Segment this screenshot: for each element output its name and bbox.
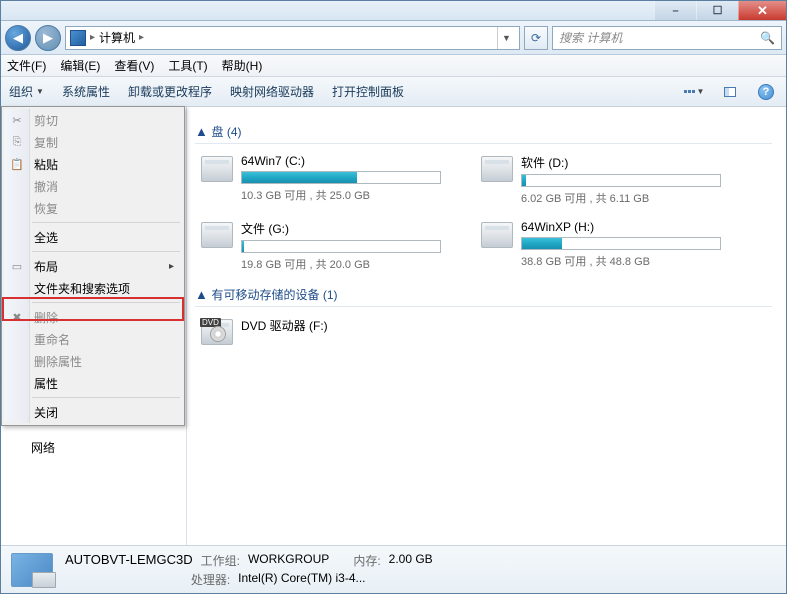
menu-tools[interactable]: 工具(T)	[168, 57, 207, 74]
breadcrumb-sep-icon: ▸	[90, 32, 95, 43]
drive-d[interactable]: 软件 (D:) 6.02 GB 可用 , 共 6.11 GB	[481, 154, 721, 206]
menu-delete[interactable]: ✖删除	[4, 306, 182, 328]
drive-stats: 38.8 GB 可用 , 共 48.8 GB	[521, 253, 721, 269]
drive-c[interactable]: 64Win7 (C:) 10.3 GB 可用 , 共 25.0 GB	[201, 154, 441, 206]
toolbar-map-network-drive[interactable]: 映射网络驱动器	[230, 83, 314, 100]
menu-file[interactable]: 文件(F)	[7, 57, 46, 74]
computer-icon	[70, 30, 86, 46]
command-toolbar: 组织 ▼ 系统属性 卸载或更改程序 映射网络驱动器 打开控制面板 ▼ ? ✂剪切…	[1, 77, 786, 107]
menu-close[interactable]: 关闭	[4, 401, 182, 423]
workgroup-value: WORKGROUP	[248, 552, 329, 569]
address-bar[interactable]: ▸ 计算机 ▸ ▼	[65, 26, 520, 50]
toolbar-uninstall-program[interactable]: 卸载或更改程序	[128, 83, 212, 100]
hdd-icon	[481, 156, 513, 182]
drive-stats: 10.3 GB 可用 , 共 25.0 GB	[241, 187, 441, 203]
drive-dvd[interactable]: DVD DVD 驱动器 (F:)	[201, 317, 441, 345]
menu-view[interactable]: 查看(V)	[114, 57, 154, 74]
layout-icon: ▭	[10, 259, 24, 273]
drive-stats: 6.02 GB 可用 , 共 6.11 GB	[521, 190, 721, 206]
toolbar-open-control-panel[interactable]: 打开控制面板	[332, 83, 404, 100]
menu-undo[interactable]: 撤消	[4, 175, 182, 197]
preview-pane-button[interactable]	[718, 82, 742, 102]
computer-large-icon	[11, 553, 53, 587]
hdd-icon	[201, 222, 233, 248]
section-header-removable[interactable]: ▲ 有可移动存储的设备 (1)	[195, 286, 772, 307]
navigation-bar: ◀ ▶ ▸ 计算机 ▸ ▼ ⟳ 搜索 计算机 🔍	[1, 21, 786, 55]
drive-label: 文件 (G:)	[241, 220, 441, 237]
breadcrumb-location[interactable]: 计算机	[99, 29, 135, 46]
dvd-icon: DVD	[201, 319, 233, 345]
drive-g[interactable]: 文件 (G:) 19.8 GB 可用 , 共 20.0 GB	[201, 220, 441, 272]
content-pane: ▲ 盘 (4) 64Win7 (C:) 10.3 GB 可用 , 共 25.0 …	[187, 107, 786, 545]
section-header-hdd[interactable]: ▲ 盘 (4)	[195, 123, 772, 144]
menu-folder-search-options[interactable]: 文件夹和搜索选项	[4, 277, 182, 299]
nav-forward-button[interactable]: ▶	[35, 25, 61, 51]
window-maximize-button[interactable]: ☐	[696, 1, 738, 20]
paste-icon: 📋	[10, 157, 24, 171]
memory-value: 2.00 GB	[389, 552, 433, 569]
details-pane: AUTOBVT-LEMGC3D 工作组: WORKGROUP 内存: 2.00 …	[1, 545, 786, 593]
delete-icon: ✖	[10, 310, 24, 324]
search-input[interactable]: 搜索 计算机 🔍	[552, 26, 782, 50]
toolbar-system-properties[interactable]: 系统属性	[62, 83, 110, 100]
drive-label: DVD 驱动器 (F:)	[241, 317, 441, 334]
menu-redo[interactable]: 恢复	[4, 197, 182, 219]
dvd-badge: DVD	[200, 318, 221, 327]
organize-button[interactable]: 组织 ▼	[9, 83, 44, 100]
view-mode-button[interactable]: ▼	[682, 82, 706, 102]
menu-properties[interactable]: 属性	[4, 372, 182, 394]
menu-paste[interactable]: 📋粘贴	[4, 153, 182, 175]
copy-icon: ⎘	[10, 135, 24, 149]
menu-copy[interactable]: ⎘复制	[4, 131, 182, 153]
cpu-label: 处理器:	[191, 571, 230, 588]
nav-back-button[interactable]: ◀	[5, 25, 31, 51]
hdd-icon	[481, 222, 513, 248]
drive-h[interactable]: 64WinXP (H:) 38.8 GB 可用 , 共 48.8 GB	[481, 220, 721, 272]
capacity-bar	[241, 240, 441, 253]
hdd-icon	[201, 156, 233, 182]
menu-bar: 文件(F) 编辑(E) 查看(V) 工具(T) 帮助(H)	[1, 55, 786, 77]
menu-cut[interactable]: ✂剪切	[4, 109, 182, 131]
organize-menu: ✂剪切 ⎘复制 📋粘贴 撤消 恢复 全选 ▭布局 文件夹和搜索选项 ✖删除 重命…	[1, 106, 185, 426]
menu-remove-properties[interactable]: 删除属性	[4, 350, 182, 372]
help-icon: ?	[758, 84, 774, 100]
menu-select-all[interactable]: 全选	[4, 226, 182, 248]
pane-icon	[724, 87, 736, 97]
chevron-down-icon: ▼	[697, 87, 705, 96]
window-titlebar: – ☐ ✕	[1, 1, 786, 21]
help-button[interactable]: ?	[754, 82, 778, 102]
view-grid-icon	[684, 90, 695, 93]
refresh-icon: ⟳	[531, 31, 541, 45]
workgroup-label: 工作组:	[201, 552, 240, 569]
menu-edit[interactable]: 编辑(E)	[60, 57, 100, 74]
chevron-down-icon: ▼	[36, 87, 44, 96]
capacity-bar	[521, 174, 721, 187]
search-placeholder: 搜索 计算机	[559, 29, 622, 46]
breadcrumb-sep-icon: ▸	[139, 32, 144, 43]
search-icon: 🔍	[760, 31, 775, 45]
capacity-bar	[521, 237, 721, 250]
drive-label: 64WinXP (H:)	[521, 220, 721, 234]
cut-icon: ✂	[10, 113, 24, 127]
computer-name: AUTOBVT-LEMGC3D	[65, 552, 193, 569]
capacity-bar	[241, 171, 441, 184]
menu-rename[interactable]: 重命名	[4, 328, 182, 350]
sidebar-item-network[interactable]: 网络	[1, 435, 186, 456]
memory-label: 内存:	[353, 552, 380, 569]
cpu-value: Intel(R) Core(TM) i3-4...	[238, 571, 365, 588]
window-minimize-button[interactable]: –	[654, 1, 696, 20]
organize-label: 组织	[9, 83, 33, 100]
menu-help[interactable]: 帮助(H)	[222, 57, 263, 74]
window-close-button[interactable]: ✕	[738, 1, 786, 20]
drive-label: 软件 (D:)	[521, 154, 721, 171]
menu-layout[interactable]: ▭布局	[4, 255, 182, 277]
drive-stats: 19.8 GB 可用 , 共 20.0 GB	[241, 256, 441, 272]
address-dropdown-button[interactable]: ▼	[497, 27, 515, 49]
refresh-button[interactable]: ⟳	[524, 26, 548, 50]
drive-label: 64Win7 (C:)	[241, 154, 441, 168]
